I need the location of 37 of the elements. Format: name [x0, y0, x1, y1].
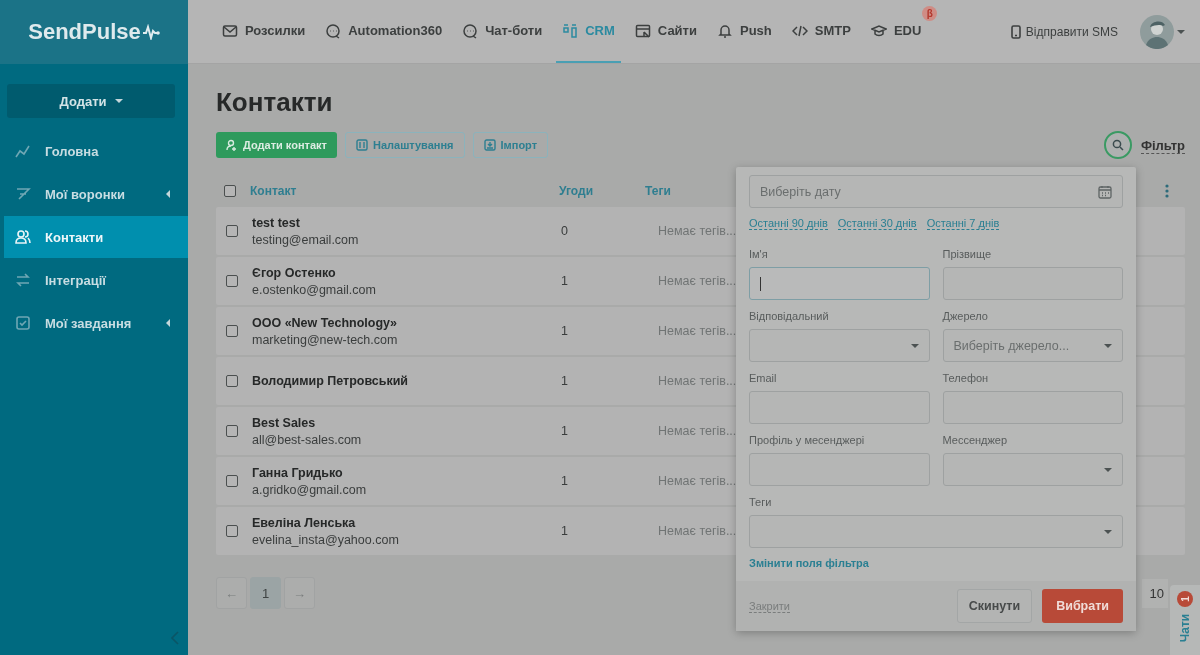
contact-email: marketing@new-tech.com [252, 332, 399, 347]
contact-name: Єгор Остенко [252, 265, 337, 280]
field-label: Email [749, 372, 778, 384]
tags-cell: Немає тегів... [658, 424, 737, 438]
deals-count: 1 [561, 424, 569, 438]
contact-name: Best Sales [252, 415, 317, 430]
contact-name: test test [252, 215, 301, 230]
tags-cell: Немає тегів... [658, 274, 737, 288]
tags-cell: Немає тегів... [658, 224, 737, 238]
deals-count: 1 [561, 524, 569, 538]
beta-badge: β [922, 6, 938, 21]
deals-count: 1 [561, 274, 569, 288]
tags-cell: Немає тегів... [658, 374, 737, 388]
contact-email: testing@email.com [252, 232, 360, 247]
field-label: Профіль у месенджері [749, 434, 866, 446]
field-label: Джерело [942, 310, 989, 322]
field-label: Відповідальний [749, 310, 830, 322]
page-title: Контакти [216, 86, 334, 118]
field-label: Телефон [942, 372, 990, 384]
deals-count: 1 [561, 374, 569, 388]
contact-name: ООО «New Technology» [252, 315, 398, 330]
field-label: Теги [749, 496, 773, 508]
contact-email: evelina_insta@yahoo.com [252, 532, 400, 547]
deals-count: 0 [561, 224, 569, 238]
unread-badge: 1 [1177, 591, 1193, 607]
deals-count: 1 [561, 324, 569, 338]
tags-cell: Немає тегів... [658, 324, 737, 338]
contact-name: Володимир Петровський [252, 374, 410, 388]
contact-name: Евеліна Ленська [252, 515, 357, 530]
deals-count: 1 [561, 474, 569, 488]
contact-email: a.gridko@gmail.com [252, 482, 368, 497]
field-label: Мессенджер [942, 434, 1009, 446]
contact-email: e.ostenko@gmail.com [252, 282, 377, 297]
tags-cell: Немає тегів... [658, 524, 737, 538]
contact-email: all@best-sales.com [252, 432, 363, 447]
contact-name: Ганна Гридько [252, 465, 344, 480]
tags-cell: Немає тегів... [658, 474, 737, 488]
